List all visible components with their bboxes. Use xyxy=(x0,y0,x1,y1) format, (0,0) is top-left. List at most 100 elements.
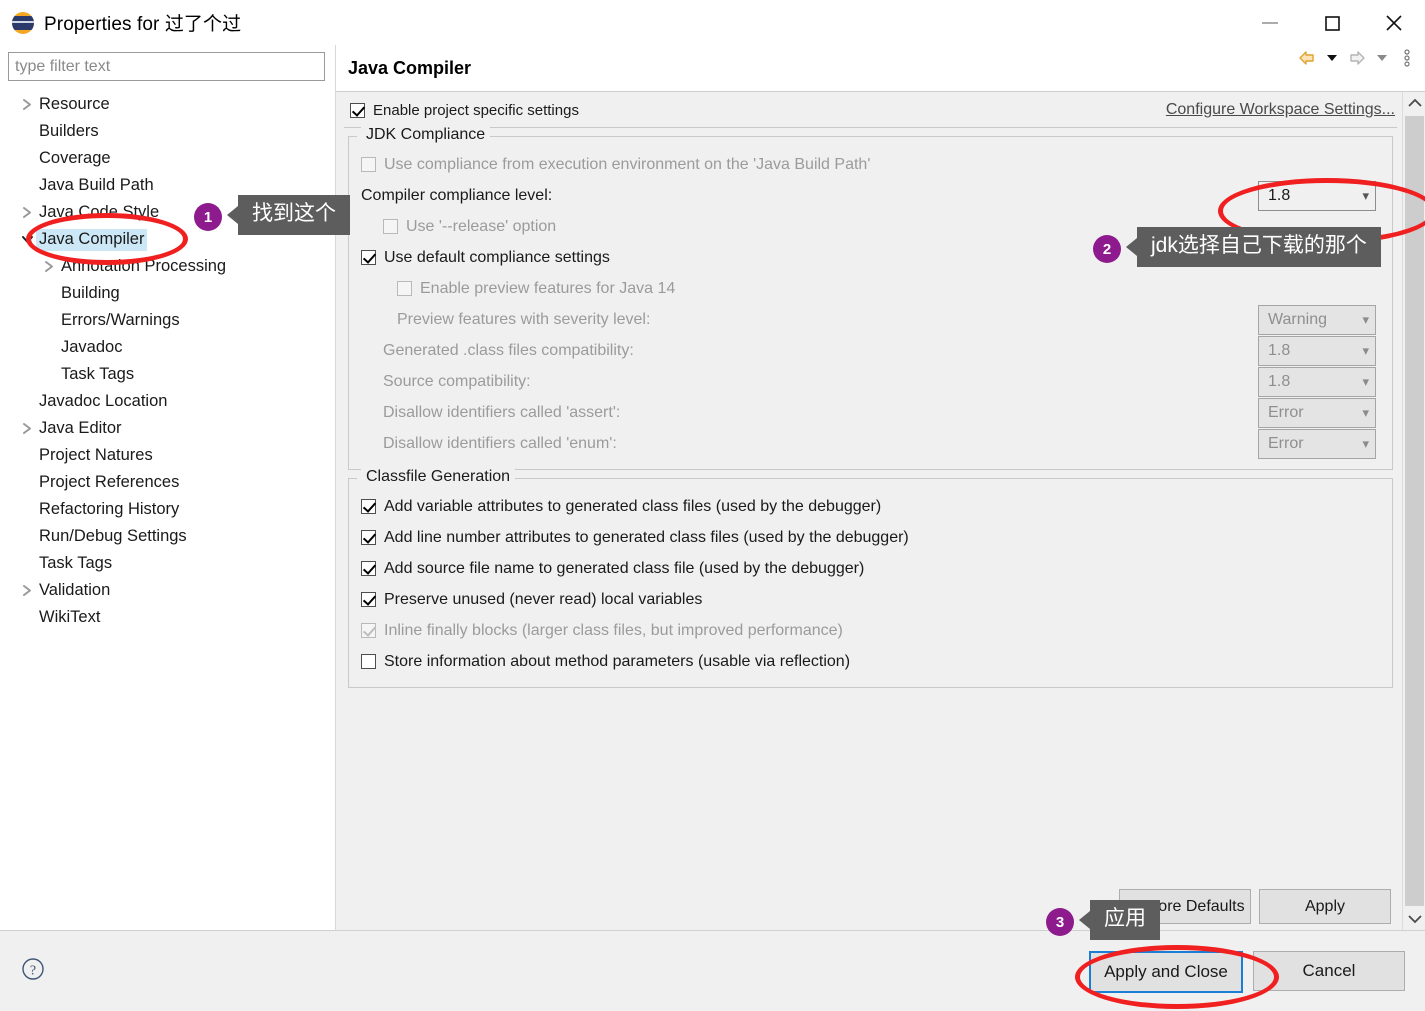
sidebar-item-label: Java Editor xyxy=(39,418,122,437)
sidebar-item-java-build-path[interactable]: Java Build Path xyxy=(8,172,335,199)
page-title: Java Compiler xyxy=(348,57,472,78)
chevron-down-icon: ▾ xyxy=(1362,342,1369,358)
classfile-option-checkbox[interactable] xyxy=(361,654,376,669)
disallow-enum-value: Error xyxy=(1268,434,1304,452)
svg-text:?: ? xyxy=(30,964,36,979)
classfile-option-row: Add line number attributes to generated … xyxy=(361,522,1382,553)
sidebar-item-java-compiler[interactable]: Java Compiler xyxy=(8,226,335,253)
sidebar-item-validation[interactable]: Validation xyxy=(8,577,335,604)
scroll-down-icon[interactable] xyxy=(1403,908,1425,930)
sidebar-item-label: Java Compiler xyxy=(36,228,148,251)
chevron-right-icon[interactable] xyxy=(18,584,36,597)
sidebar-item-refactoring-history[interactable]: Refactoring History xyxy=(8,496,335,523)
jdk-compliance-group: JDK Compliance Use compliance from execu… xyxy=(348,126,1393,470)
enable-project-specific-checkbox[interactable] xyxy=(350,102,365,118)
chevron-down-icon: ▾ xyxy=(1362,187,1369,203)
maximize-button[interactable] xyxy=(1301,0,1363,45)
sidebar-item-task-tags[interactable]: Task Tags xyxy=(8,550,335,577)
cancel-button[interactable]: Cancel xyxy=(1253,951,1405,991)
sidebar-item-java-editor[interactable]: Java Editor xyxy=(8,415,335,442)
sidebar-item-label: Coverage xyxy=(39,148,111,167)
source-compatibility-value: 1.8 xyxy=(1268,372,1291,390)
classfile-option-checkbox[interactable] xyxy=(361,499,376,514)
back-arrow-icon[interactable] xyxy=(1296,47,1318,69)
minimize-button[interactable] xyxy=(1239,0,1301,45)
classfile-option-checkbox[interactable] xyxy=(361,530,376,545)
settings-page: Java Compiler Enable project specific se… xyxy=(335,45,1425,930)
configure-workspace-settings-link[interactable]: Configure Workspace Settings... xyxy=(1166,101,1395,119)
sidebar-item-label: Run/Debug Settings xyxy=(39,526,187,545)
jdk-compliance-title: JDK Compliance xyxy=(361,126,491,144)
classfile-option-row: Inline finally blocks (larger class file… xyxy=(361,615,1382,646)
compiler-compliance-level-row: Compiler compliance level: 1.8 ▾ xyxy=(361,180,1382,211)
classfile-option-row: Add source file name to generated class … xyxy=(361,553,1382,584)
chevron-right-icon[interactable] xyxy=(18,206,36,219)
classfile-generation-title: Classfile Generation xyxy=(361,468,516,486)
sidebar-item-building[interactable]: Building xyxy=(8,280,335,307)
sidebar-item-builders[interactable]: Builders xyxy=(8,118,335,145)
sidebar-item-run-debug-settings[interactable]: Run/Debug Settings xyxy=(8,523,335,550)
disallow-enum-row: Disallow identifiers called 'enum': Erro… xyxy=(361,428,1382,459)
classfile-option-checkbox[interactable] xyxy=(361,592,376,607)
help-question-icon[interactable]: ? xyxy=(20,956,46,986)
header-divider xyxy=(344,127,1397,128)
sidebar-item-task-tags[interactable]: Task Tags xyxy=(8,361,335,388)
sidebar-item-javadoc-location[interactable]: Javadoc Location xyxy=(8,388,335,415)
chevron-down-icon[interactable] xyxy=(18,234,36,245)
sidebar-item-coverage[interactable]: Coverage xyxy=(8,145,335,172)
enable-project-specific-label: Enable project specific settings xyxy=(373,101,579,119)
chevron-right-icon[interactable] xyxy=(18,422,36,435)
preview-severity-value: Warning xyxy=(1268,310,1327,328)
close-button[interactable] xyxy=(1363,0,1425,45)
generated-class-compatibility-dropdown: 1.8 ▾ xyxy=(1258,335,1376,366)
use-default-compliance-checkbox[interactable] xyxy=(361,250,376,265)
back-dropdown-icon[interactable] xyxy=(1321,47,1343,69)
sidebar-item-label: Errors/Warnings xyxy=(61,310,180,329)
sidebar-item-label: Javadoc xyxy=(61,337,123,356)
apply-and-close-button[interactable]: Apply and Close xyxy=(1089,951,1243,993)
sidebar-item-label: Refactoring History xyxy=(39,499,180,518)
sidebar-item-project-references[interactable]: Project References xyxy=(8,469,335,496)
use-release-option-row: Use '--release' option xyxy=(361,211,1382,242)
enable-project-specific-row: Enable project specific settings Configu… xyxy=(336,92,1403,128)
sidebar-item-errors-warnings[interactable]: Errors/Warnings xyxy=(8,307,335,334)
enable-preview-features-row: Enable preview features for Java 14 xyxy=(361,273,1382,304)
filter-input[interactable] xyxy=(8,52,325,81)
sidebar-item-wikitext[interactable]: WikiText xyxy=(8,604,335,631)
classfile-option-label: Add variable attributes to generated cla… xyxy=(384,497,882,515)
apply-button[interactable]: Apply xyxy=(1259,889,1391,924)
sidebar-item-annotation-processing[interactable]: Annotation Processing xyxy=(8,253,335,280)
preview-severity-label: Preview features with severity level: xyxy=(397,310,651,328)
compiler-compliance-level-value: 1.8 xyxy=(1268,186,1291,204)
settings-sidebar: Resource Builders Coverage Java Build Path J… xyxy=(8,52,335,927)
content-scrollbar[interactable] xyxy=(1402,92,1425,930)
compiler-compliance-level-dropdown[interactable]: 1.8 ▾ xyxy=(1258,180,1376,211)
disallow-assert-dropdown: Error ▾ xyxy=(1258,397,1376,428)
preview-severity-row: Preview features with severity level: Wa… xyxy=(361,304,1382,335)
sidebar-item-label: Java Code Style xyxy=(39,202,160,221)
chevron-right-icon[interactable] xyxy=(40,260,58,273)
classfile-option-checkbox[interactable] xyxy=(361,561,376,576)
sidebar-item-label: Task Tags xyxy=(61,364,135,383)
use-default-compliance-label: Use default compliance settings xyxy=(384,248,610,266)
restore-defaults-button[interactable]: Restore Defaults xyxy=(1119,889,1251,924)
view-menu-icon[interactable] xyxy=(1396,47,1418,69)
scrollbar-thumb[interactable] xyxy=(1405,116,1424,906)
disallow-assert-row: Disallow identifiers called 'assert': Er… xyxy=(361,397,1382,428)
chevron-down-icon: ▾ xyxy=(1362,373,1369,389)
sidebar-item-java-code-style[interactable]: Java Code Style xyxy=(8,199,335,226)
use-release-option-checkbox xyxy=(383,219,398,234)
disallow-assert-value: Error xyxy=(1268,403,1304,421)
eclipse-globe-icon xyxy=(12,11,34,34)
sidebar-item-resource[interactable]: Resource xyxy=(8,91,335,118)
window-controls xyxy=(1239,0,1425,45)
sidebar-item-project-natures[interactable]: Project Natures xyxy=(8,442,335,469)
chevron-right-icon[interactable] xyxy=(18,98,36,111)
sidebar-item-label: WikiText xyxy=(39,607,101,626)
forward-dropdown-icon[interactable] xyxy=(1371,47,1393,69)
scroll-up-icon[interactable] xyxy=(1403,92,1425,114)
sidebar-item-javadoc[interactable]: Javadoc xyxy=(8,334,335,361)
chevron-down-icon: ▾ xyxy=(1362,311,1369,327)
dialog-buttons: Apply and Close Cancel xyxy=(1089,951,1405,993)
sidebar-item-label: Java Build Path xyxy=(39,175,154,194)
